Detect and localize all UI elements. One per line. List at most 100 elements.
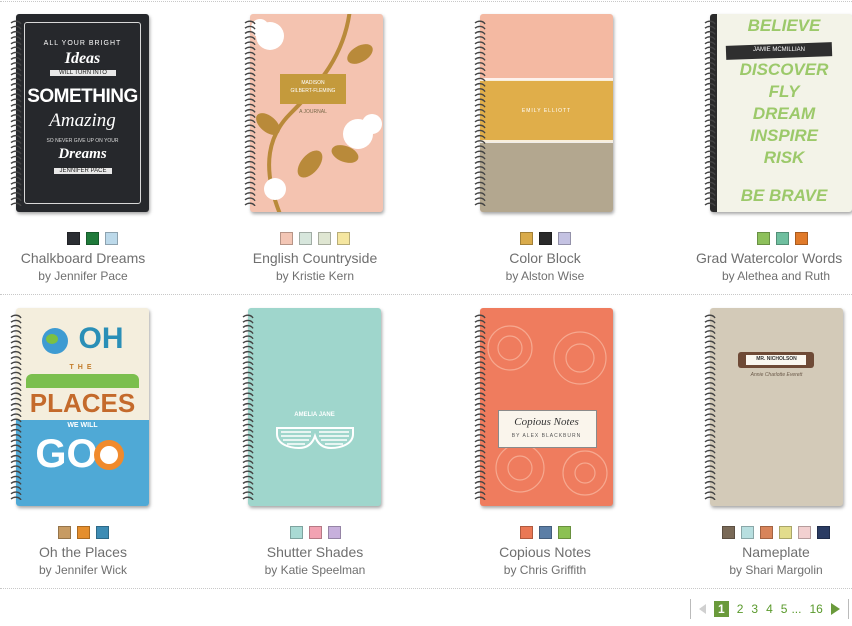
product-title[interactable]: Grad Watercolor Words bbox=[674, 250, 852, 266]
notebook-cover[interactable]: ALL YOUR BRIGHT Ideas WILL TURN INTO SOM… bbox=[16, 14, 149, 212]
cover-text: DISCOVER bbox=[739, 60, 829, 79]
product-designer[interactable]: by Alethea and Ruth bbox=[676, 269, 852, 283]
product-title[interactable]: Oh the Places bbox=[0, 544, 183, 560]
product-card-grad-watercolor-words[interactable]: BELIEVE JAMIE MCMILLIAN DISCOVER FLY DRE… bbox=[674, 0, 852, 283]
color-swatch[interactable] bbox=[722, 526, 735, 539]
floral-pattern bbox=[487, 325, 608, 496]
page-link[interactable]: 5 bbox=[781, 602, 788, 616]
product-title[interactable]: Shutter Shades bbox=[215, 544, 415, 560]
cover-text: A JOURNAL bbox=[299, 109, 327, 115]
color-swatch[interactable] bbox=[337, 232, 350, 245]
product-title[interactable]: Color Block bbox=[445, 250, 645, 266]
product-designer[interactable]: by Chris Griffith bbox=[445, 563, 645, 577]
page-ellipsis: ... bbox=[791, 602, 802, 616]
page-link[interactable]: 4 bbox=[766, 602, 773, 616]
page-link[interactable]: 3 bbox=[751, 602, 758, 616]
product-designer[interactable]: by Alston Wise bbox=[445, 269, 645, 283]
color-swatch[interactable] bbox=[557, 526, 571, 539]
spiral-binding bbox=[474, 314, 486, 500]
color-swatch[interactable] bbox=[760, 526, 773, 539]
notebook-cover[interactable]: MADISON GILBERT-FLEMING A JOURNAL bbox=[250, 14, 383, 212]
color-swatch[interactable] bbox=[794, 232, 808, 245]
cover-text: INSPIRE bbox=[749, 126, 819, 145]
product-designer[interactable]: by Katie Speelman bbox=[215, 563, 415, 577]
color-swatch[interactable] bbox=[95, 526, 109, 539]
spiral-binding bbox=[10, 314, 22, 500]
color-swatch[interactable] bbox=[104, 232, 118, 245]
cover-text: Dreams bbox=[58, 146, 107, 162]
cover-text: MR. NICHOLSON bbox=[756, 356, 797, 362]
spiral-binding bbox=[242, 314, 254, 500]
cover-text: MADISON bbox=[301, 80, 325, 86]
cover-text: WE WILL bbox=[67, 422, 98, 429]
product-designer[interactable]: by Kristie Kern bbox=[215, 269, 415, 283]
color-swatch[interactable] bbox=[538, 232, 552, 245]
spiral-binding bbox=[10, 20, 22, 206]
color-swatch[interactable] bbox=[817, 526, 830, 539]
color-swatch[interactable] bbox=[557, 232, 571, 245]
notebook-cover[interactable]: AMELIA JANE bbox=[248, 308, 381, 506]
color-swatch[interactable] bbox=[308, 526, 322, 539]
product-title[interactable]: Copious Notes bbox=[445, 544, 645, 560]
product-designer[interactable]: by Shari Margolin bbox=[676, 563, 852, 577]
cover-text: WILL TURN INTO bbox=[50, 70, 116, 76]
color-swatches bbox=[445, 526, 645, 539]
bottom-divider bbox=[0, 588, 852, 589]
product-title[interactable]: English Countryside bbox=[215, 250, 415, 266]
color-swatch[interactable] bbox=[299, 232, 312, 245]
pagination: 1 2 3 4 5 ... 16 bbox=[690, 598, 849, 620]
color-swatches bbox=[215, 232, 415, 245]
notebook-cover[interactable]: Copious Notes BY ALEX BLACKBURN bbox=[480, 308, 613, 506]
color-swatches bbox=[215, 526, 415, 539]
product-designer[interactable]: by Jennifer Wick bbox=[0, 563, 183, 577]
notebook-cover[interactable]: OH THE PLACES WE WILL GO bbox=[16, 308, 149, 506]
cover-text: BE BRAVE bbox=[740, 186, 828, 205]
color-swatch[interactable] bbox=[538, 526, 552, 539]
page-current: 1 bbox=[714, 601, 729, 617]
pagination-divider bbox=[847, 599, 849, 619]
next-page-icon[interactable] bbox=[830, 603, 840, 615]
product-title[interactable]: Nameplate bbox=[676, 544, 852, 560]
product-card-copious-notes[interactable]: Copious Notes BY ALEX BLACKBURN Copious … bbox=[445, 294, 645, 577]
color-swatch[interactable] bbox=[66, 232, 80, 245]
prev-page-icon[interactable] bbox=[699, 604, 706, 614]
product-card-color-block[interactable]: EMILY ELLIOTT Color Block by Alston Wise bbox=[445, 0, 645, 283]
cover-text: Annie Charlotte Everett bbox=[750, 372, 803, 378]
notebook-cover[interactable]: MR. NICHOLSON Annie Charlotte Everett bbox=[710, 308, 843, 506]
color-swatch[interactable] bbox=[280, 232, 293, 245]
sunglasses-icon bbox=[276, 427, 354, 450]
spiral-binding bbox=[244, 20, 256, 206]
product-designer[interactable]: by Jennifer Pace bbox=[0, 269, 183, 283]
spiral-binding bbox=[474, 20, 486, 206]
color-swatch[interactable] bbox=[327, 526, 341, 539]
color-swatch[interactable] bbox=[741, 526, 754, 539]
product-card-english-countryside[interactable]: MADISON GILBERT-FLEMING A JOURNAL Englis… bbox=[215, 0, 415, 283]
color-swatch[interactable] bbox=[85, 232, 99, 245]
product-card-nameplate[interactable]: MR. NICHOLSON Annie Charlotte Everett Na… bbox=[676, 294, 852, 577]
cover-text: FLY bbox=[768, 82, 800, 101]
cover-text: AMELIA JANE bbox=[294, 412, 335, 418]
color-swatch[interactable] bbox=[519, 232, 533, 245]
notebook-cover[interactable]: EMILY ELLIOTT bbox=[480, 14, 613, 212]
notebook-cover[interactable]: BELIEVE JAMIE MCMILLIAN DISCOVER FLY DRE… bbox=[710, 14, 852, 212]
cover-text: EMILY ELLIOTT bbox=[521, 108, 572, 114]
product-title[interactable]: Chalkboard Dreams bbox=[0, 250, 183, 266]
color-swatch[interactable] bbox=[318, 232, 331, 245]
product-card-shutter-shades[interactable]: AMELIA JANE Shutter Shades by Katie Spee… bbox=[215, 294, 415, 577]
color-swatch[interactable] bbox=[779, 526, 792, 539]
color-swatch[interactable] bbox=[798, 526, 811, 539]
product-card-chalkboard-dreams[interactable]: ALL YOUR BRIGHT Ideas WILL TURN INTO SOM… bbox=[0, 0, 200, 283]
color-swatch[interactable] bbox=[289, 526, 303, 539]
page-link-last[interactable]: 16 bbox=[809, 602, 822, 616]
color-swatch[interactable] bbox=[519, 526, 533, 539]
color-swatch[interactable] bbox=[57, 526, 71, 539]
color-swatches bbox=[0, 232, 192, 245]
color-swatch[interactable] bbox=[756, 232, 770, 245]
page-link[interactable]: 2 bbox=[737, 602, 744, 616]
color-swatch[interactable] bbox=[775, 232, 789, 245]
color-swatch[interactable] bbox=[76, 526, 90, 539]
color-swatches bbox=[0, 526, 183, 539]
cover-text: GILBERT-FLEMING bbox=[290, 88, 336, 94]
product-card-oh-the-places[interactable]: OH THE PLACES WE WILL GO Oh the Places b… bbox=[0, 294, 200, 577]
cover-text: PLACES bbox=[29, 388, 136, 418]
